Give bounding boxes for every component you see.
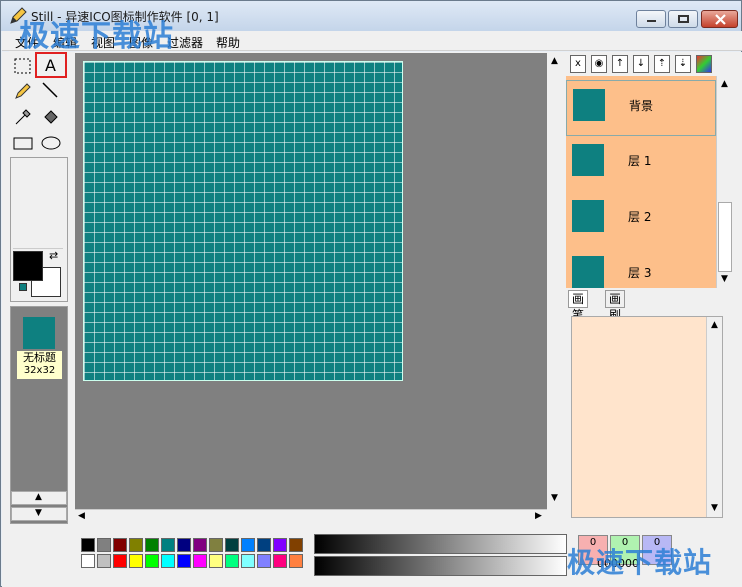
palette-color-swatch[interactable] <box>241 538 255 552</box>
color-gradient-bar[interactable] <box>314 556 567 576</box>
eyedropper-tool[interactable] <box>11 105 35 129</box>
select-rect-tool[interactable] <box>11 54 35 78</box>
maximize-button[interactable] <box>668 10 698 28</box>
line-tool[interactable] <box>39 79 63 103</box>
menu-help[interactable]: 帮助 <box>216 34 240 51</box>
toolbox: A <box>9 51 69 155</box>
palette-color-swatch[interactable] <box>113 538 127 552</box>
color-selector: ⇄ <box>10 157 68 302</box>
watermark-top: 极速下载站 <box>19 19 174 54</box>
layer-name: 背景 <box>629 99 654 113</box>
thumbnail-name: 无标题 <box>23 351 56 364</box>
minimize-button[interactable] <box>636 10 666 28</box>
thumbnail-label: 无标题 32x32 <box>17 351 62 379</box>
ellipse-tool[interactable] <box>39 131 63 155</box>
close-button[interactable] <box>701 10 738 28</box>
layer-name: 层 2 <box>628 210 652 224</box>
palette-color-swatch[interactable] <box>273 554 287 568</box>
thumbnail-panel: 无标题 32x32 ▲ ▼ <box>10 306 68 524</box>
layer-name: 层 1 <box>628 154 652 168</box>
palette-color-swatch[interactable] <box>209 554 223 568</box>
eye-icon[interactable]: ◉ <box>591 55 607 73</box>
layer-thumbnail <box>572 144 604 176</box>
layer-item-1[interactable]: 层 1 <box>566 136 716 192</box>
delete-layer-button[interactable]: x <box>570 55 586 73</box>
text-tool-icon: A <box>45 56 56 75</box>
palette-color-swatch[interactable] <box>129 538 143 552</box>
fill-bucket-tool[interactable] <box>39 105 63 129</box>
pencil-tool[interactable] <box>11 79 35 103</box>
layer-thumbnail <box>573 89 605 121</box>
app-window: Still - 异速ICO图标制作软件 [0, 1] 文件 编辑 视图 图像 过… <box>0 0 742 587</box>
palette-color-swatch[interactable] <box>209 538 223 552</box>
palette-color-swatch[interactable] <box>289 554 303 568</box>
canvas-hscroll[interactable]: ◀ ▶ <box>75 509 547 524</box>
palette-color-swatch[interactable] <box>257 538 271 552</box>
brush-list[interactable] <box>571 316 723 518</box>
palette-color-swatch[interactable] <box>177 554 191 568</box>
merge-down-icon[interactable]: ⇣ <box>675 55 691 73</box>
layer-item-background[interactable]: 背景 <box>566 80 716 136</box>
brush-scrollbar[interactable]: ▲ ▼ <box>706 317 722 517</box>
palette-color-swatch[interactable] <box>241 554 255 568</box>
rectangle-tool[interactable] <box>11 131 35 155</box>
layer-thumbnail <box>572 256 604 288</box>
tab-brush[interactable]: 画刷 <box>605 290 626 322</box>
palette-color-swatch[interactable] <box>193 538 207 552</box>
layer-scroll-thumb[interactable] <box>718 202 732 272</box>
layer-up-button[interactable]: ↑ <box>612 55 628 73</box>
grayscale-gradient-bar[interactable] <box>314 534 567 554</box>
palette-color-swatch[interactable] <box>113 554 127 568</box>
swap-colors-icon[interactable]: ⇄ <box>49 249 58 262</box>
palette-color-swatch[interactable] <box>193 554 207 568</box>
palette-color-swatch[interactable] <box>81 538 95 552</box>
thumb-scroll-down[interactable]: ▼ <box>11 507 67 521</box>
palette-color-swatch[interactable] <box>97 554 111 568</box>
layer-color-icon[interactable] <box>696 55 712 73</box>
palette-color-swatch[interactable] <box>97 538 111 552</box>
palette-color-swatch[interactable] <box>257 554 271 568</box>
palette-color-swatch[interactable] <box>129 554 143 568</box>
palette-color-swatch[interactable] <box>81 554 95 568</box>
layer-list: 背景 层 1 层 2 层 3 <box>566 76 716 288</box>
layer-item-3[interactable]: 层 3 <box>566 248 716 288</box>
icon-canvas-grid[interactable] <box>83 61 403 381</box>
layer-down-button[interactable]: ↓ <box>633 55 649 73</box>
layer-scrollbar[interactable]: ▲ ▼ <box>716 76 733 288</box>
small-color-preview <box>19 283 27 291</box>
palette-color-swatch[interactable] <box>177 538 191 552</box>
palette-color-swatch[interactable] <box>145 538 159 552</box>
palette-color-swatch[interactable] <box>273 538 287 552</box>
color-swatch-area: ⇄ <box>13 248 63 298</box>
thumbnail-size: 32x32 <box>23 365 56 376</box>
tab-pen[interactable]: 画笔 <box>568 290 589 322</box>
palette-color-swatch[interactable] <box>161 554 175 568</box>
text-tool[interactable]: A <box>35 52 67 78</box>
thumb-scroll-up[interactable]: ▲ <box>11 491 67 505</box>
merge-up-icon[interactable]: ⇡ <box>654 55 670 73</box>
palette-color-swatch[interactable] <box>289 538 303 552</box>
layer-item-2[interactable]: 层 2 <box>566 192 716 248</box>
thumbnail-image[interactable] <box>23 317 55 349</box>
palette-color-swatch[interactable] <box>161 538 175 552</box>
watermark-bottom: 极速下载站 <box>567 546 713 579</box>
palette-color-swatch[interactable] <box>225 554 239 568</box>
palette-color-swatch[interactable] <box>145 554 159 568</box>
foreground-color[interactable] <box>13 251 43 281</box>
palette-color-swatch[interactable] <box>225 538 239 552</box>
layer-thumbnail <box>572 200 604 232</box>
canvas-vscroll[interactable]: ▲ ▼ <box>547 53 563 509</box>
layer-name: 层 3 <box>628 266 652 280</box>
